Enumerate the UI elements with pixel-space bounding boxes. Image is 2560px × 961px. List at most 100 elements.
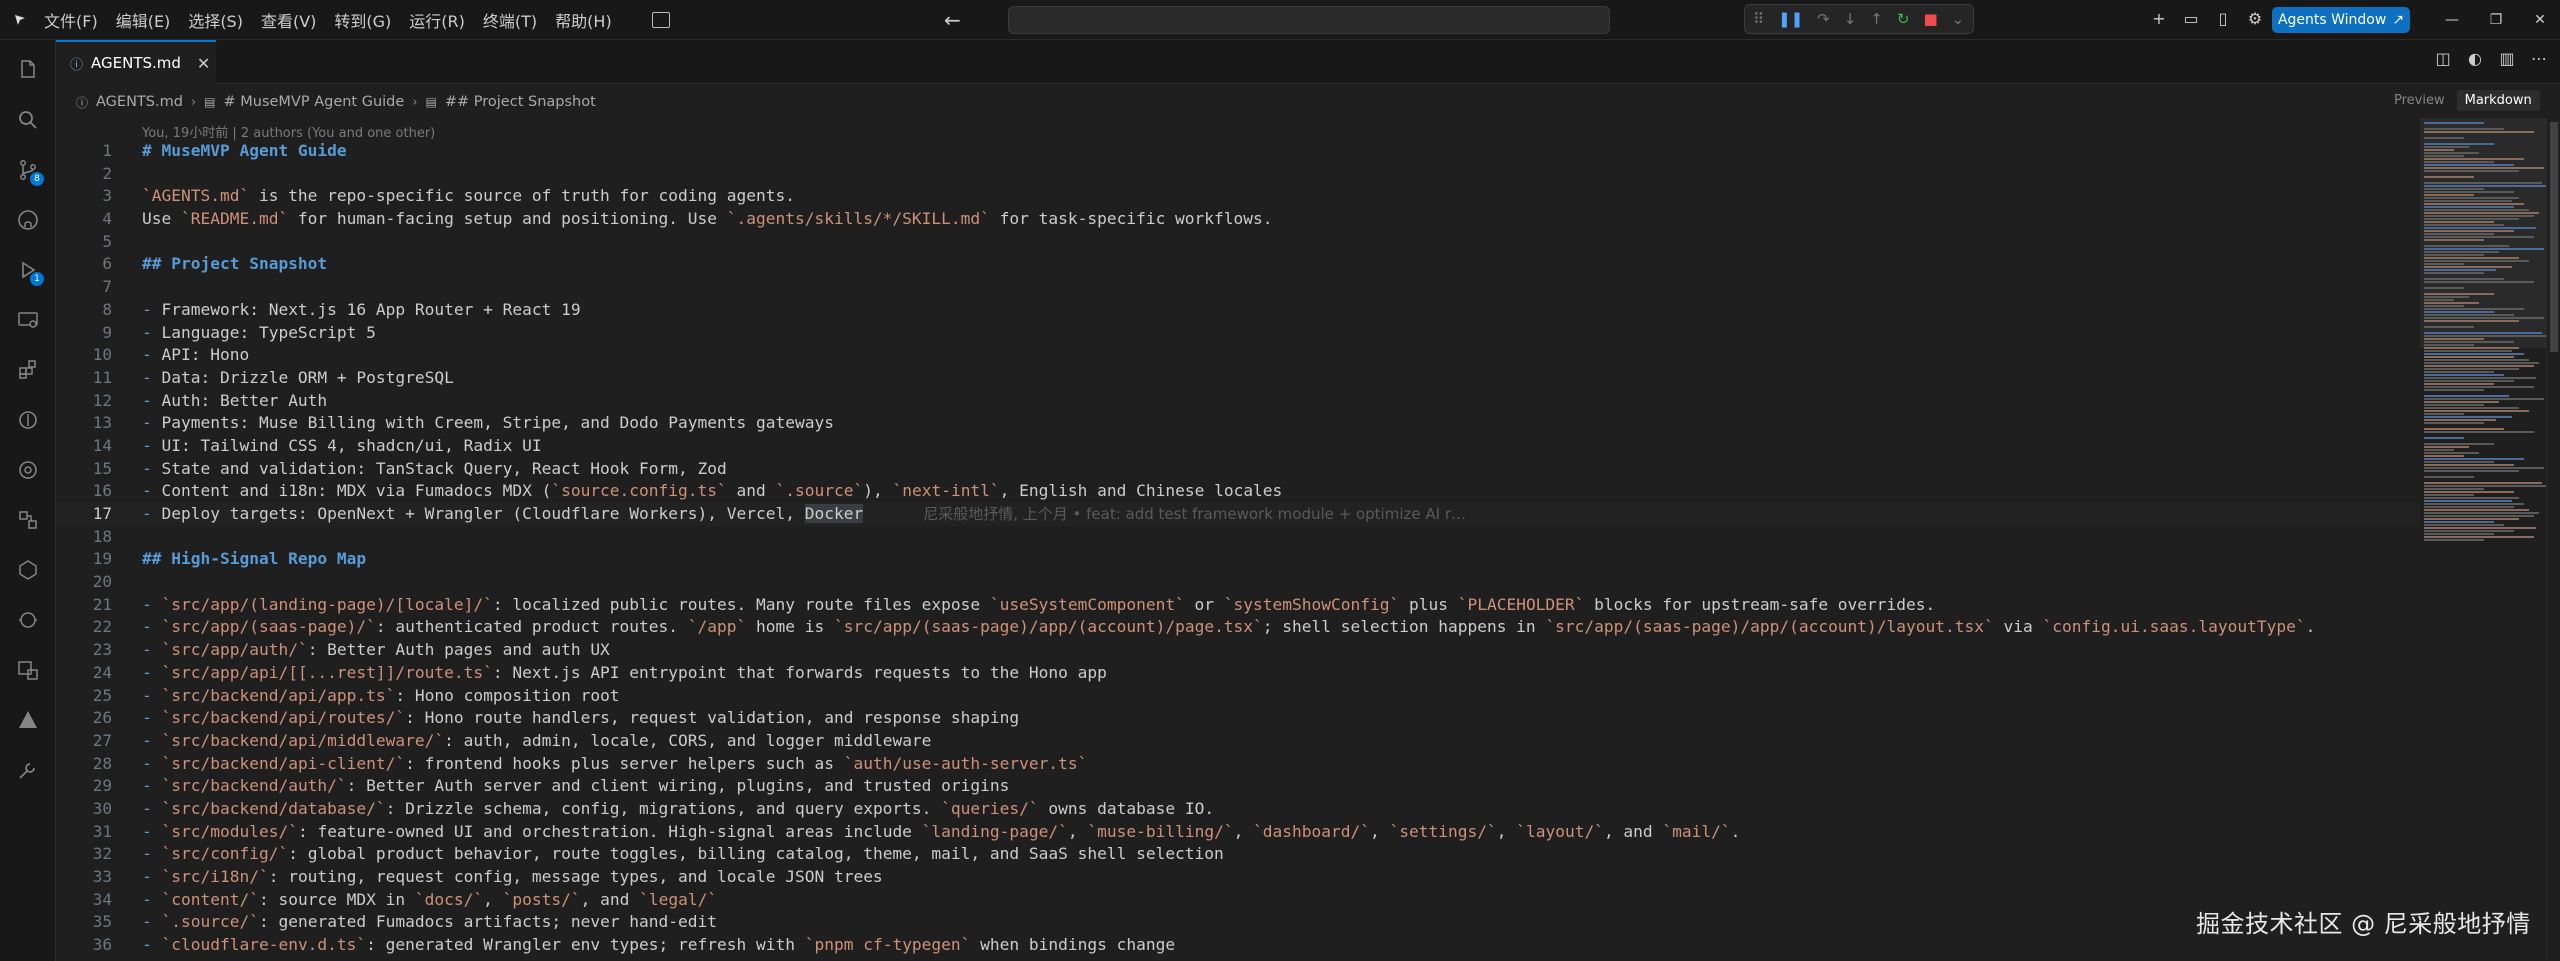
restore-icon[interactable]: ❐ <box>2474 0 2518 40</box>
blame-header[interactable]: You, 19小时前 | 2 authors (You and one othe… <box>142 122 435 141</box>
code-line[interactable]: 27 - `src/backend/api/middleware/`: auth,… <box>56 730 2420 753</box>
translate-icon[interactable] <box>14 656 42 684</box>
menu-item[interactable]: 运行(R) <box>409 8 465 32</box>
step-into-icon[interactable]: ↓ <box>1844 10 1857 28</box>
code-line[interactable]: 18 <box>56 526 2420 549</box>
stop-icon[interactable]: ■ <box>1923 10 1937 28</box>
agents-window-button[interactable]: Agents Window ↗ <box>2272 7 2410 33</box>
step-out-icon[interactable]: ↑ <box>1870 10 1883 28</box>
code-line[interactable]: 36 - `cloudflare-env.d.ts`: generated Wra… <box>56 934 2420 957</box>
open-preview-icon[interactable]: ◫ <box>2434 50 2452 68</box>
search-icon[interactable] <box>14 106 42 134</box>
remote-explorer-icon[interactable] <box>14 306 42 334</box>
code-line[interactable]: 33 - `src/i18n/`: routing, request config… <box>56 866 2420 889</box>
code-token: Content and i18n: MDX via Fumadocs MDX ( <box>151 481 552 501</box>
menu-item[interactable]: 查看(V) <box>261 8 316 32</box>
gear-icon[interactable]: ⚙ <box>2246 10 2264 28</box>
code-line[interactable]: 10 - API: Hono <box>56 344 2420 367</box>
code-line[interactable]: 24 - `src/app/api/[[...rest]]/route.ts`: … <box>56 662 2420 685</box>
code-token: : source MDX in <box>258 889 415 909</box>
new-agent-icon[interactable]: + <box>2150 10 2168 28</box>
triangle-icon[interactable] <box>14 706 42 734</box>
code-line[interactable]: 20 <box>56 571 2420 594</box>
close-window-icon[interactable]: ✕ <box>2518 0 2560 40</box>
gitlens-compare-icon[interactable]: ◐ <box>2466 50 2484 68</box>
timeline-icon[interactable] <box>14 606 42 634</box>
code-line[interactable]: 16 - Content and i18n: MDX via Fumadocs M… <box>56 480 2420 503</box>
menu-item[interactable]: 终端(T) <box>483 8 537 32</box>
extensions-icon[interactable] <box>14 356 42 384</box>
code-token: - <box>142 730 152 750</box>
preview-button[interactable]: Preview <box>2386 90 2453 111</box>
gitlens-icon[interactable] <box>14 406 42 434</box>
chevron-down-icon[interactable]: ⌄ <box>1952 10 1965 28</box>
minimize-icon[interactable]: — <box>2430 0 2474 40</box>
code-line[interactable]: 32 - `src/config/`: global product behavi… <box>56 843 2420 866</box>
code-line[interactable]: 7 <box>56 276 2420 299</box>
vertical-scrollbar[interactable] <box>2546 118 2560 961</box>
code-line[interactable]: 11 - Data: Drizzle ORM + PostgreSQL <box>56 367 2420 390</box>
close-icon[interactable]: ✕ <box>197 54 210 73</box>
source-control-icon[interactable]: 8 <box>14 156 44 186</box>
step-over-icon[interactable]: ↷ <box>1817 10 1830 28</box>
code-token: Use <box>142 209 181 229</box>
code-line[interactable]: 12 - Auth: Better Auth <box>56 390 2420 413</box>
code-line[interactable]: 13 - Payments: Muse Billing with Creem, S… <box>56 412 2420 435</box>
github-icon[interactable] <box>14 206 42 234</box>
code-line[interactable]: 22 - `src/app/(saas-page)/`: authenticate… <box>56 616 2420 639</box>
code-line[interactable]: 2 <box>56 163 2420 186</box>
code-token: `layout/` <box>1516 821 1604 841</box>
breadcrumb-item-file[interactable]: AGENTS.md <box>96 94 183 110</box>
gitlens-inspect-icon[interactable] <box>14 456 42 484</box>
toggle-sidebar-icon[interactable]: ▯ <box>2214 10 2232 28</box>
menu-item[interactable]: 转到(G) <box>334 8 391 32</box>
minimap-line <box>2424 512 2539 514</box>
code-editor[interactable]: You, 19小时前 | 2 authors (You and one othe… <box>56 118 2420 961</box>
code-line[interactable]: 1 # MuseMVP Agent Guide <box>56 140 2420 163</box>
code-line[interactable]: 30 - `src/backend/database/`: Drizzle sch… <box>56 798 2420 821</box>
menu-item[interactable]: 编辑(E) <box>116 8 171 32</box>
code-line[interactable]: 4 Use `README.md` for human-facing setup … <box>56 208 2420 231</box>
markdown-button[interactable]: Markdown <box>2456 90 2540 111</box>
explorer-icon[interactable] <box>14 56 42 84</box>
code-line[interactable]: 8 - Framework: Next.js 16 App Router + Re… <box>56 299 2420 322</box>
layout-toggle-icon[interactable] <box>652 12 670 28</box>
code-line[interactable]: 17 - Deploy targets: OpenNext + Wrangler … <box>56 503 2420 526</box>
menu-item[interactable]: 选择(S) <box>188 8 243 32</box>
pause-icon[interactable]: ❚❚ <box>1778 10 1803 28</box>
code-line[interactable]: 5 <box>56 231 2420 254</box>
menu-item[interactable]: 文件(F) <box>44 8 98 32</box>
code-line[interactable]: 25 - `src/backend/api/app.ts`: Hono compo… <box>56 685 2420 708</box>
code-line[interactable]: 23 - `src/app/auth/`: Better Auth pages a… <box>56 639 2420 662</box>
menu-item[interactable]: 帮助(H) <box>555 8 612 32</box>
code-line[interactable]: 9 - Language: TypeScript 5 <box>56 322 2420 345</box>
code-line[interactable]: 19 ## High-Signal Repo Map <box>56 548 2420 571</box>
scrollbar-thumb[interactable] <box>2550 122 2558 352</box>
toggle-panel-icon[interactable]: ▭ <box>2182 10 2200 28</box>
code-line[interactable]: 34 - `content/`: source MDX in `docs/`, `… <box>56 889 2420 912</box>
back-arrow-icon[interactable]: ← <box>944 8 961 32</box>
code-line[interactable]: 6 ## Project Snapshot <box>56 253 2420 276</box>
code-line[interactable]: 14 - UI: Tailwind CSS 4, shadcn/ui, Radix… <box>56 435 2420 458</box>
split-editor-icon[interactable]: ▥ <box>2498 50 2516 68</box>
tools-icon[interactable] <box>14 756 42 784</box>
code-line[interactable]: 26 - `src/backend/api/routes/`: Hono rout… <box>56 707 2420 730</box>
code-line[interactable]: 31 - `src/modules/`: feature-owned UI and… <box>56 821 2420 844</box>
breadcrumb-item-h1[interactable]: # MuseMVP Agent Guide <box>223 94 404 110</box>
minimap[interactable] <box>2420 118 2548 961</box>
breadcrumb-item-h2[interactable]: ## Project Snapshot <box>445 94 596 110</box>
testing-icon[interactable] <box>14 556 42 584</box>
code-line[interactable]: 3 `AGENTS.md` is the repo-specific source… <box>56 185 2420 208</box>
code-line[interactable]: 21 - `src/app/(landing-page)/[locale]/`: … <box>56 594 2420 617</box>
code-line[interactable]: 35 - `.source/`: generated Fumadocs artif… <box>56 911 2420 934</box>
code-line[interactable]: 29 - `src/backend/auth/`: Better Auth ser… <box>56 775 2420 798</box>
code-line[interactable]: 28 - `src/backend/api-client/`: frontend … <box>56 753 2420 776</box>
drag-handle-icon[interactable]: ⠿ <box>1753 10 1764 28</box>
tab-agents-md[interactable]: ⓘ AGENTS.md ✕ <box>56 40 216 84</box>
database-icon[interactable] <box>14 506 42 534</box>
code-line[interactable]: 15 - State and validation: TanStack Query… <box>56 458 2420 481</box>
restart-icon[interactable]: ↻ <box>1897 10 1910 28</box>
run-debug-icon[interactable]: 1 <box>14 256 44 286</box>
more-actions-icon[interactable]: ⋯ <box>2530 50 2548 68</box>
command-center-search[interactable] <box>1008 6 1610 34</box>
